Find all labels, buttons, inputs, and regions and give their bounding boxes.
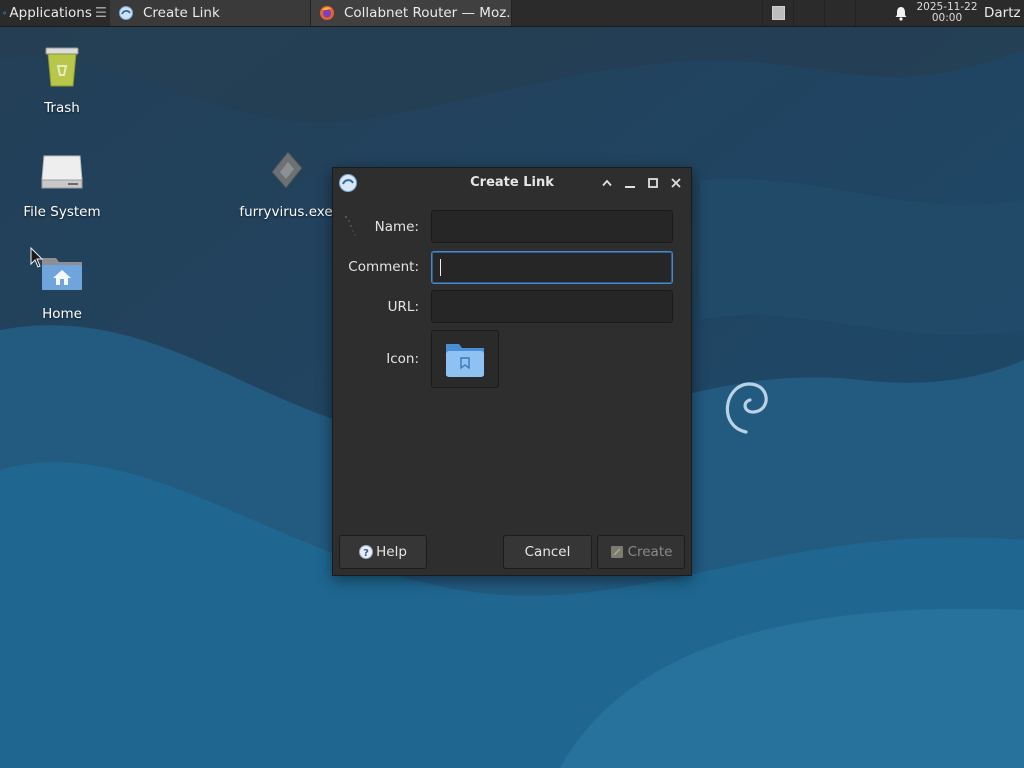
clock-time: 00:00	[931, 12, 963, 24]
close-button[interactable]	[668, 175, 684, 191]
help-button[interactable]: ? Help	[339, 535, 427, 569]
firefox-icon	[320, 6, 334, 20]
desktop-icon-label: File System	[23, 204, 101, 220]
svg-text:?: ?	[363, 548, 369, 559]
applications-separator: ☰	[94, 5, 107, 21]
task-label: Collabnet Router — Moz...	[344, 5, 512, 21]
mouse-cursor-icon	[30, 247, 44, 268]
desktop-icon-furryvirus[interactable]: furryvirus.exe	[236, 146, 336, 220]
shade-button[interactable]	[599, 175, 615, 191]
url-label: URL:	[387, 299, 419, 315]
desktop-icon-label: Home	[42, 306, 82, 322]
maximize-button[interactable]	[645, 175, 661, 191]
cancel-label: Cancel	[524, 544, 571, 560]
minimize-icon	[625, 186, 635, 188]
loading-spinner-icon	[345, 216, 356, 236]
cancel-button[interactable]: Cancel	[503, 535, 592, 569]
task-firefox[interactable]: Collabnet Router — Moz...	[310, 0, 512, 26]
help-label: Help	[376, 544, 407, 560]
task-create-link[interactable]: Create Link	[110, 0, 310, 26]
desktop-icon-trash[interactable]: Trash	[12, 42, 112, 116]
create-link-dialog: Create Link Name: Comment: URL: Icon: ? …	[332, 167, 692, 576]
desktop-icon-label: furryvirus.exe	[239, 204, 333, 220]
comment-input[interactable]	[431, 251, 673, 284]
desktop-icon-label: Trash	[44, 100, 80, 116]
dialog-titlebar[interactable]: Create Link	[333, 168, 691, 198]
create-button[interactable]: Create	[597, 535, 685, 569]
xfce-menu-icon	[3, 11, 7, 15]
icon-chooser-button[interactable]	[431, 330, 499, 388]
maximize-icon	[648, 178, 658, 188]
desktop-icon-home[interactable]: Home	[12, 248, 112, 322]
text-caret	[440, 259, 441, 276]
trash-icon	[45, 47, 79, 87]
bell-icon	[895, 6, 907, 21]
notifications-button[interactable]	[886, 6, 916, 21]
taskbar: Applications ☰ Create Link Collabnet Rou…	[0, 0, 1024, 27]
comment-label: Comment:	[348, 259, 419, 275]
help-icon: ?	[359, 545, 374, 559]
workspace-4[interactable]	[855, 0, 886, 26]
desktop-icon-file-system[interactable]: File System	[12, 146, 112, 220]
bookmark-folder-icon	[446, 344, 484, 377]
url-input[interactable]	[431, 290, 673, 323]
clock[interactable]: 2025-11-22 00:00	[916, 2, 978, 24]
create-label: Create	[627, 544, 673, 560]
close-icon	[671, 178, 681, 188]
name-label: Name:	[374, 219, 419, 235]
workspace-2[interactable]	[793, 0, 824, 26]
exe-file-icon	[271, 151, 303, 189]
drive-icon	[41, 155, 83, 189]
workspace-3[interactable]	[824, 0, 855, 26]
user-menu[interactable]: Dartz	[978, 5, 1024, 21]
minimize-button[interactable]	[622, 175, 638, 191]
create-link-icon	[119, 6, 133, 20]
icon-label: Icon:	[386, 351, 419, 367]
create-icon	[610, 546, 623, 558]
chevron-up-icon	[602, 179, 612, 187]
home-folder-icon	[42, 258, 82, 290]
name-input[interactable]	[431, 210, 673, 243]
workspace-1[interactable]	[762, 0, 793, 26]
task-label: Create Link	[143, 5, 220, 21]
applications-menu-button[interactable]: Applications ☰	[0, 0, 110, 26]
applications-label: Applications	[9, 5, 92, 21]
